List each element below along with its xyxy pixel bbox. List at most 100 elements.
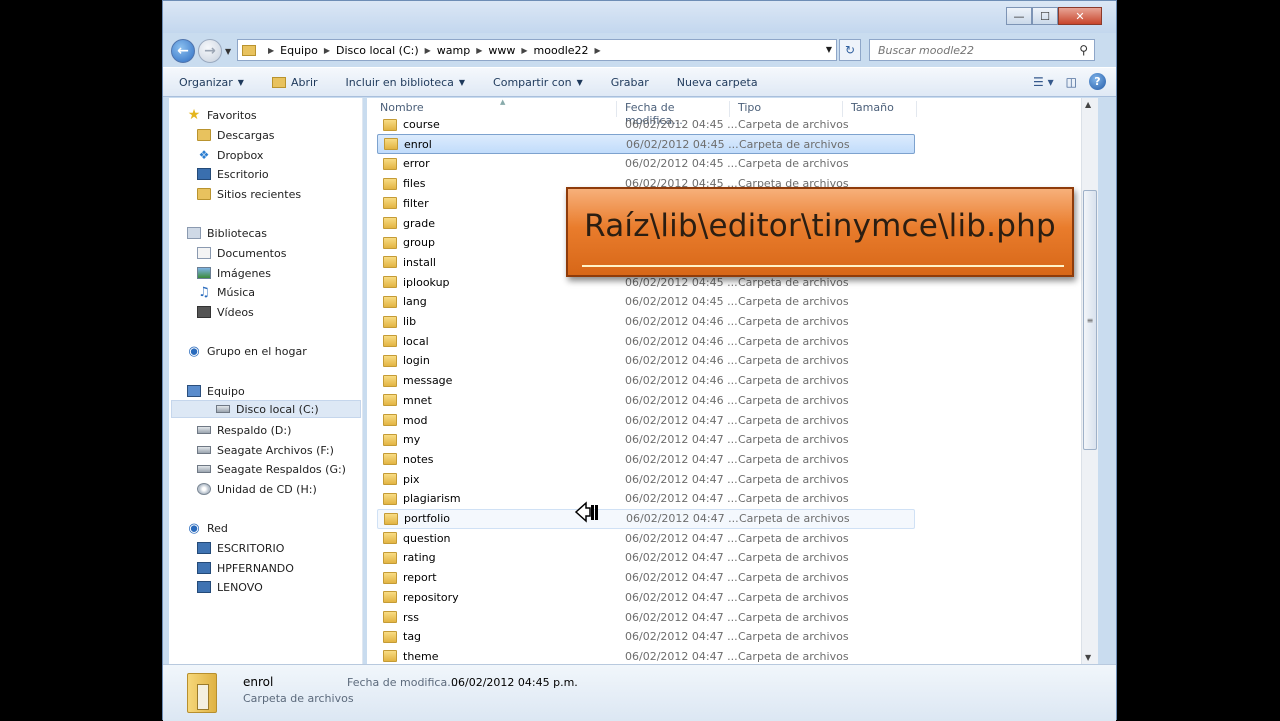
file-row[interactable]: tag 06/02/2012 04:47 ... Carpeta de archiv…: [367, 627, 915, 647]
folder-icon: [383, 414, 397, 426]
nav-item-downloads[interactable]: Descargas: [197, 126, 275, 144]
open-button[interactable]: Abrir: [271, 76, 318, 89]
preview-pane-icon[interactable]: ◫: [1066, 75, 1077, 89]
forward-button[interactable]: →: [198, 39, 222, 63]
chevron-right-icon[interactable]: ▶: [476, 46, 482, 55]
nav-item-pictures[interactable]: Imágenes: [197, 264, 271, 282]
title-bar[interactable]: — ☐ ✕: [163, 1, 1116, 33]
search-input[interactable]: [878, 43, 1068, 57]
file-row[interactable]: message 06/02/2012 04:46 ... Carpeta de ar…: [367, 371, 915, 391]
hard-drive-icon: [197, 465, 211, 473]
file-name-text: plagiarism: [403, 492, 461, 506]
nav-item-videos[interactable]: Vídeos: [197, 303, 254, 321]
chevron-right-icon[interactable]: ▶: [595, 46, 601, 55]
nav-item-recent-places[interactable]: Sitios recientes: [197, 185, 301, 203]
vertical-scrollbar[interactable]: ▲ ≡ ▼: [1081, 98, 1098, 664]
address-bar[interactable]: ▶ Equipo ▶ Disco local (C:) ▶ wamp ▶ www…: [237, 39, 837, 61]
nav-item-dropbox[interactable]: ❖ Dropbox: [197, 146, 264, 164]
file-name: lib: [383, 315, 416, 328]
file-row[interactable]: enrol 06/02/2012 04:45 ... Carpeta de arch…: [377, 134, 915, 155]
file-date: 06/02/2012 04:46 ...: [625, 315, 738, 328]
command-bar: Organizar ▼ Abrir Incluir en biblioteca ▼ …: [163, 67, 1116, 97]
nav-homegroup[interactable]: ◉ Grupo en el hogar: [187, 342, 306, 360]
organize-button[interactable]: Organizar ▼: [179, 76, 244, 89]
file-name: lang: [383, 295, 427, 308]
burn-button[interactable]: Grabar: [611, 76, 649, 89]
file-row[interactable]: plagiarism 06/02/2012 04:47 ... Carpeta de…: [367, 489, 915, 509]
folder-icon: [383, 276, 397, 289]
file-row[interactable]: portfolio 06/02/2012 04:47 ... Carpeta de …: [377, 508, 915, 529]
file-row[interactable]: login 06/02/2012 04:46 ... Carpeta de arch…: [367, 351, 915, 371]
minimize-button[interactable]: —: [1006, 7, 1032, 25]
nav-favorites[interactable]: ★ Favoritos: [187, 106, 257, 124]
file-type: Carpeta de archivos: [738, 413, 849, 427]
breadcrumb-item[interactable]: Equipo: [280, 44, 318, 57]
chevron-right-icon[interactable]: ▶: [324, 46, 330, 55]
file-row[interactable]: course 06/02/2012 04:45 ... Carpeta de arc…: [367, 115, 915, 135]
nav-item-escritorio[interactable]: ESCRITORIO: [197, 539, 284, 557]
nav-item-drive-h[interactable]: Unidad de CD (H:): [197, 480, 317, 498]
breadcrumb-item[interactable]: moodle22: [534, 44, 589, 57]
chevron-right-icon[interactable]: ▶: [268, 46, 274, 55]
file-name: iplookup: [383, 276, 450, 289]
address-dropdown-icon[interactable]: ▼: [826, 45, 832, 54]
back-button[interactable]: ←: [171, 39, 195, 63]
file-row[interactable]: lib 06/02/2012 04:46 ... Carpeta de archiv…: [367, 312, 915, 332]
file-name-text: rss: [403, 610, 419, 624]
file-date: 06/02/2012 04:47 ...: [625, 433, 738, 447]
nav-item-drive-f[interactable]: Seagate Archivos (F:): [197, 441, 334, 459]
new-folder-button[interactable]: Nueva carpeta: [677, 76, 758, 89]
view-options-icon[interactable]: ☰ ▾: [1033, 75, 1054, 89]
maximize-button[interactable]: ☐: [1032, 7, 1058, 25]
nav-libraries[interactable]: Bibliotecas: [187, 224, 267, 242]
nav-item-drive-c[interactable]: Disco local (C:): [171, 400, 361, 418]
share-with-button[interactable]: Compartir con ▼: [493, 76, 583, 89]
file-row[interactable]: error 06/02/2012 04:45 ... Carpeta de arch…: [367, 154, 915, 174]
breadcrumb-item[interactable]: Disco local (C:): [336, 44, 419, 57]
file-row[interactable]: rss 06/02/2012 04:47 ... Carpeta de archiv…: [367, 607, 915, 627]
nav-item-documents[interactable]: Documentos: [197, 244, 286, 262]
file-date: 06/02/2012 04:47 ...: [625, 531, 738, 545]
breadcrumb-item[interactable]: wamp: [437, 44, 470, 57]
file-date: 06/02/2012 04:47 ...: [625, 472, 738, 486]
file-name-text: my: [403, 433, 421, 447]
nav-item-drive-g[interactable]: Seagate Respaldos (G:): [197, 460, 346, 478]
file-date: 06/02/2012 04:47 ...: [626, 512, 739, 525]
file-name: login: [383, 354, 430, 367]
file-row[interactable]: local 06/02/2012 04:46 ... Carpeta de arch…: [367, 331, 915, 351]
file-name: files: [383, 177, 425, 190]
nav-label: Seagate Archivos (F:): [217, 443, 334, 457]
details-date-label: Fecha de modifica...: [347, 676, 458, 689]
help-icon[interactable]: ?: [1089, 73, 1106, 90]
nav-item-music[interactable]: ♫ Música: [197, 283, 255, 301]
file-row[interactable]: repository 06/02/2012 04:47 ... Carpeta de…: [367, 587, 915, 607]
file-row[interactable]: report 06/02/2012 04:47 ... Carpeta de arc…: [367, 568, 915, 588]
nav-computer[interactable]: Equipo: [187, 382, 245, 400]
breadcrumb-item[interactable]: www: [488, 44, 515, 57]
nav-network[interactable]: ◉ Red: [187, 519, 228, 537]
scrollbar-thumb[interactable]: ≡: [1083, 190, 1097, 450]
chevron-right-icon[interactable]: ▶: [521, 46, 527, 55]
scroll-down-icon[interactable]: ▼: [1085, 653, 1091, 662]
scroll-up-icon[interactable]: ▲: [1085, 100, 1091, 109]
file-row[interactable]: mod 06/02/2012 04:47 ... Carpeta de archiv…: [367, 410, 915, 430]
refresh-button[interactable]: ↻: [839, 39, 861, 61]
nav-item-desktop[interactable]: Escritorio: [197, 165, 269, 183]
recent-pages-dropdown[interactable]: ▼: [225, 47, 231, 56]
nav-item-hpfernando[interactable]: HPFERNANDO: [197, 559, 294, 577]
nav-item-drive-d[interactable]: Respaldo (D:): [197, 421, 291, 439]
file-row[interactable]: my 06/02/2012 04:47 ... Carpeta de archivo…: [367, 430, 915, 450]
nav-item-lenovo[interactable]: LENOVO: [197, 578, 263, 596]
file-row[interactable]: pix 06/02/2012 04:47 ... Carpeta de archiv…: [367, 469, 915, 489]
file-row[interactable]: theme 06/02/2012 04:47 ... Carpeta de arch…: [367, 646, 915, 664]
file-row[interactable]: notes 06/02/2012 04:47 ... Carpeta de arch…: [367, 449, 915, 469]
file-row[interactable]: question 06/02/2012 04:47 ... Carpeta de a…: [367, 528, 915, 548]
file-row[interactable]: lang 06/02/2012 04:45 ... Carpeta de archi…: [367, 292, 915, 312]
close-button[interactable]: ✕: [1058, 7, 1102, 25]
file-row[interactable]: rating 06/02/2012 04:47 ... Carpeta de arc…: [367, 548, 915, 568]
chevron-right-icon[interactable]: ▶: [425, 46, 431, 55]
include-in-library-button[interactable]: Incluir en biblioteca ▼: [346, 76, 466, 89]
file-row[interactable]: mnet 06/02/2012 04:46 ... Carpeta de archi…: [367, 390, 915, 410]
search-icon[interactable]: ⚲: [1079, 43, 1088, 57]
folder-icon: [383, 256, 397, 269]
